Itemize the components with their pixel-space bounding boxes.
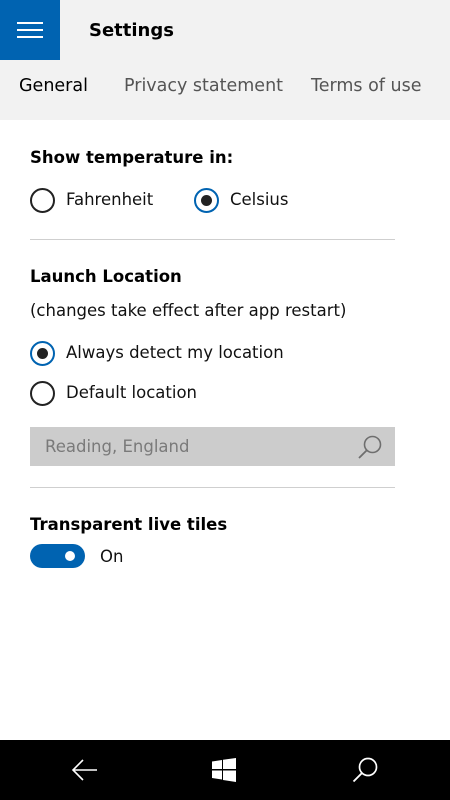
back-button[interactable]: [45, 740, 125, 800]
settings-app: Settings General Privacy statement Terms…: [0, 0, 450, 800]
transparent-live-tiles-title: Transparent live tiles: [30, 515, 228, 534]
launch-location-title: Launch Location: [30, 267, 182, 286]
radio-always-detect-label: Always detect my location: [66, 343, 284, 362]
app-header: Settings General Privacy statement Terms…: [0, 0, 450, 120]
default-location-search-box: [30, 427, 395, 466]
page-title: Settings: [89, 20, 174, 41]
system-navigation-bar: [0, 740, 450, 800]
radio-default-location[interactable]: Default location: [30, 380, 197, 406]
transparent-live-tiles-toggle[interactable]: [30, 544, 85, 568]
windows-logo-icon: [212, 758, 236, 782]
launch-location-note: (changes take effect after app restart): [30, 301, 347, 320]
radio-fahrenheit[interactable]: Fahrenheit: [30, 187, 153, 213]
temperature-section-title: Show temperature in:: [30, 148, 234, 167]
search-icon[interactable]: [357, 434, 383, 460]
search-button[interactable]: [325, 740, 405, 800]
radio-fahrenheit-label: Fahrenheit: [66, 190, 154, 209]
default-location-input[interactable]: [30, 427, 350, 466]
tab-terms-of-use[interactable]: Terms of use: [311, 72, 422, 100]
radio-celsius-circle[interactable]: [194, 187, 219, 213]
radio-celsius[interactable]: Celsius: [194, 187, 289, 213]
divider: [30, 487, 395, 488]
tab-bar: General Privacy statement Terms of use: [0, 72, 450, 102]
radio-default-location-circle[interactable]: [30, 380, 55, 406]
tab-privacy-statement[interactable]: Privacy statement: [124, 72, 283, 100]
search-icon: [352, 757, 378, 783]
toggle-state-label: On: [100, 547, 124, 566]
radio-always-detect-circle[interactable]: [30, 340, 55, 366]
start-button[interactable]: [184, 740, 264, 800]
radio-default-location-label: Default location: [66, 383, 198, 402]
hamburger-menu-button[interactable]: [0, 0, 60, 60]
radio-celsius-label: Celsius: [230, 190, 289, 209]
divider: [30, 239, 395, 240]
radio-always-detect-location[interactable]: Always detect my location: [30, 340, 284, 366]
toggle-knob: [65, 551, 75, 561]
hamburger-menu-icon: [17, 22, 43, 38]
radio-fahrenheit-circle[interactable]: [30, 187, 55, 213]
back-arrow-icon: [71, 759, 97, 781]
tab-general[interactable]: General: [19, 72, 88, 100]
